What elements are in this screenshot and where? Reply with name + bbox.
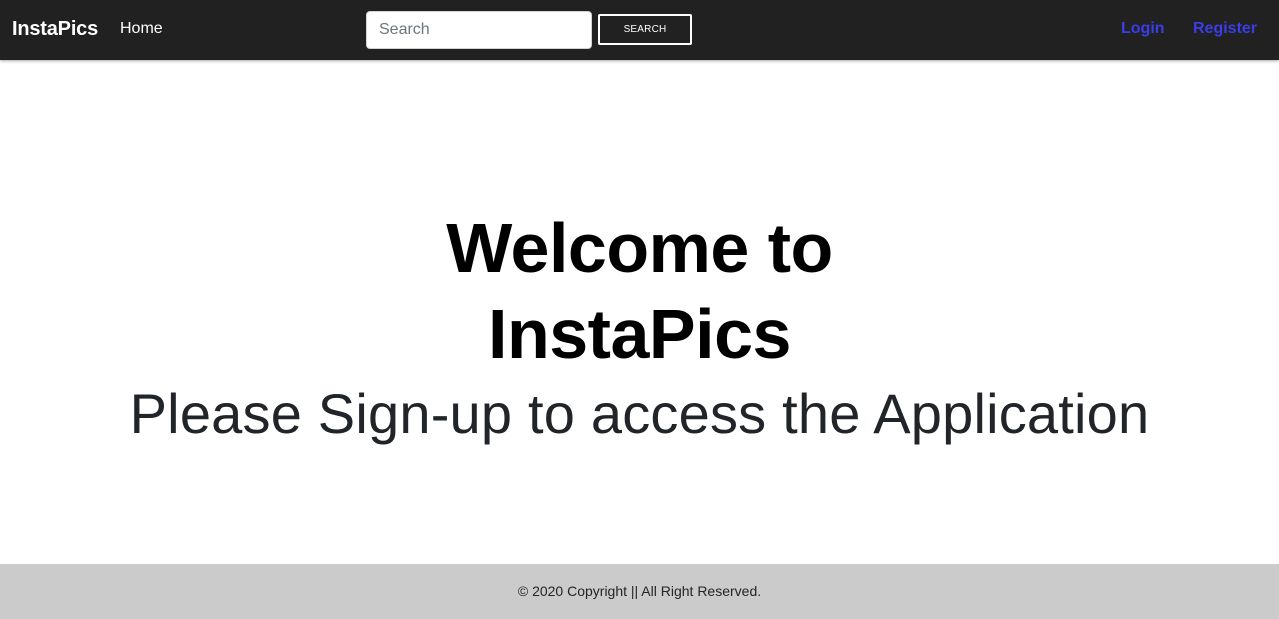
hero-title-line2: InstaPics xyxy=(488,295,791,373)
register-link[interactable]: Register xyxy=(1193,19,1257,39)
hero-title-line1: Welcome to xyxy=(446,209,833,287)
search-input[interactable] xyxy=(366,11,592,49)
hero-subtitle: Please Sign-up to access the Application xyxy=(129,382,1150,445)
hero-title: Welcome to InstaPics xyxy=(0,205,1279,377)
login-link[interactable]: Login xyxy=(1121,19,1165,39)
footer-copyright: © 2020 Copyright || All Right Reserved. xyxy=(517,583,762,599)
navbar: InstaPics Home SEARCH Login Register xyxy=(0,0,1279,60)
footer: © 2020 Copyright || All Right Reserved. xyxy=(0,564,1279,619)
nav-home-link[interactable]: Home xyxy=(120,19,163,39)
search-button[interactable]: SEARCH xyxy=(598,14,692,45)
hero-section: Welcome to InstaPics Please Sign-up to a… xyxy=(0,205,1279,447)
brand-logo-link[interactable]: InstaPics xyxy=(12,17,98,41)
